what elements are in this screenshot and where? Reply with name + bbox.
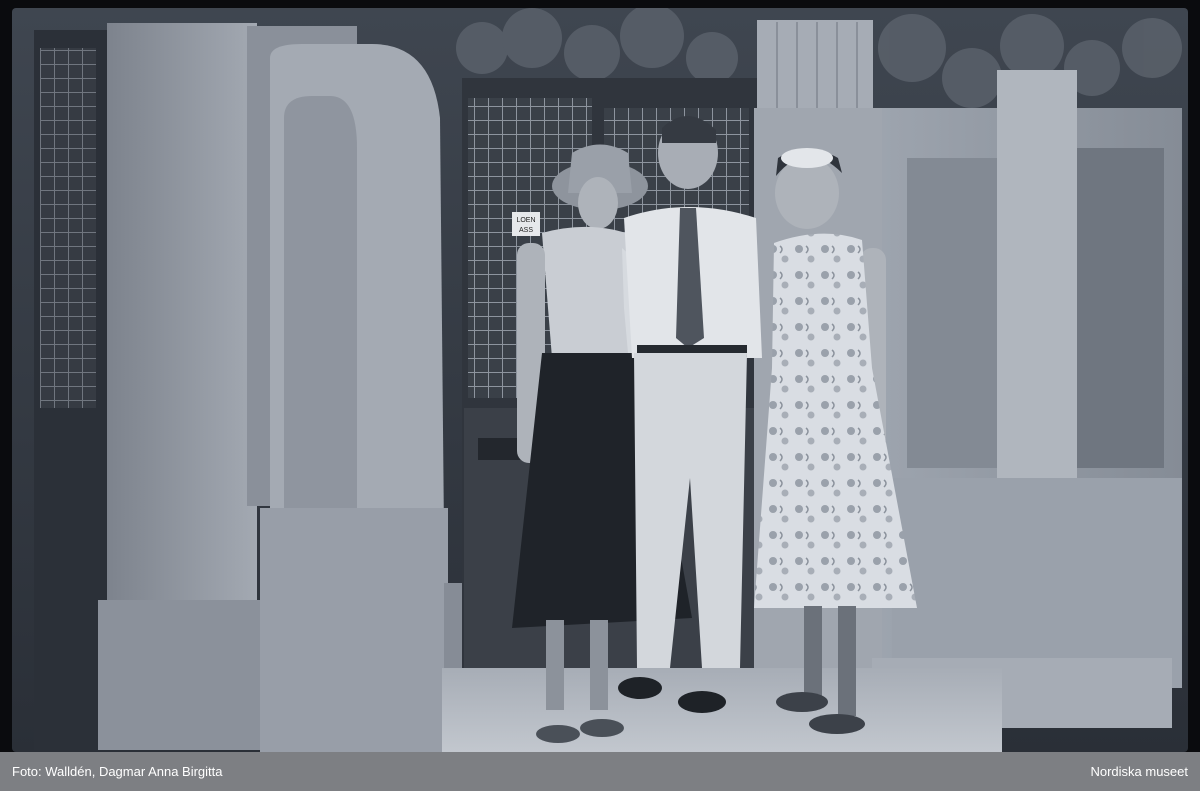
gate-sign-text: LOEN [516, 217, 535, 224]
photo-credit: Foto: Walldén, Dagmar Anna Birgitta [12, 764, 223, 779]
left-pillar [107, 23, 257, 613]
photograph: LOEN ASS [12, 8, 1188, 752]
gate-sign-text-2: ASS [519, 227, 533, 234]
right-pillar [997, 70, 1077, 480]
caption-bar: Foto: Walldén, Dagmar Anna Birgitta Nord… [0, 752, 1200, 791]
photo-frame: LOEN ASS [0, 0, 1200, 752]
pavement [442, 668, 1002, 752]
photo-scene: LOEN ASS [12, 8, 1188, 752]
institution-name: Nordiska museet [1090, 764, 1188, 779]
